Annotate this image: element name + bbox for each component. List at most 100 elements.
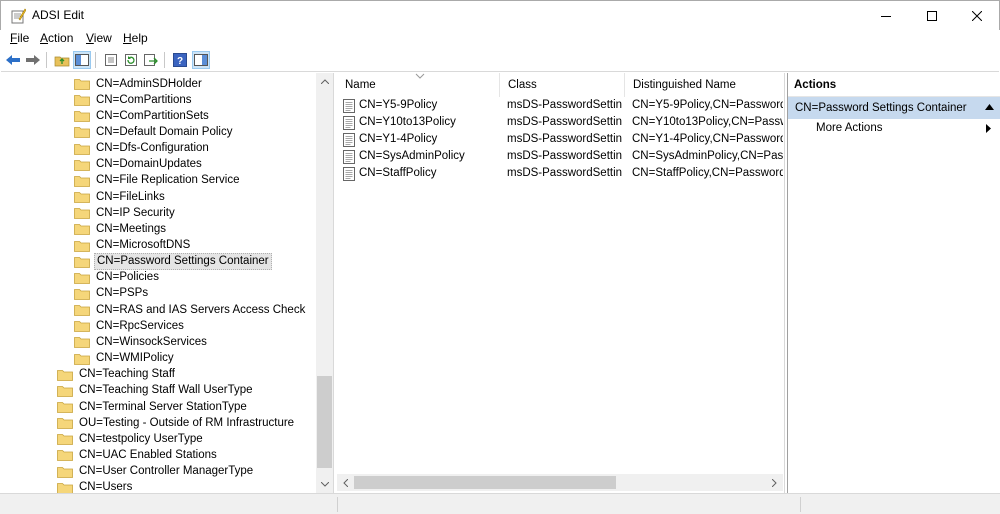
status-bar xyxy=(0,493,1000,514)
list-scroll-thumb[interactable] xyxy=(354,476,616,489)
folder-icon xyxy=(74,224,90,236)
tree-item[interactable]: CN=AdminSDHolder xyxy=(74,76,204,92)
tree-item[interactable]: CN=RAS and IAS Servers Access Check xyxy=(74,302,307,318)
tree-item[interactable]: CN=Password Settings Container xyxy=(74,253,272,271)
menu-help[interactable]: Help xyxy=(123,31,148,45)
folder-icon xyxy=(57,482,73,493)
scroll-right-button[interactable] xyxy=(766,474,783,491)
properties-icon xyxy=(105,54,117,66)
tree-item[interactable]: CN=DomainUpdates xyxy=(74,157,204,173)
more-actions-item[interactable]: More Actions xyxy=(816,122,882,134)
tree-item[interactable]: CN=ComPartitionSets xyxy=(74,108,211,124)
cell-class: msDS-PasswordSettings xyxy=(507,167,622,179)
minimize-button[interactable] xyxy=(863,1,909,30)
maximize-button[interactable] xyxy=(909,1,955,30)
show-hide-console-tree-button[interactable] xyxy=(73,51,91,69)
tree-item[interactable]: CN=UAC Enabled Stations xyxy=(57,447,219,463)
scroll-up-button[interactable] xyxy=(316,73,333,90)
list-item[interactable]: CN=Y5-9Policy msDS-PasswordSettings CN=Y5-… xyxy=(337,98,784,115)
properties-button[interactable] xyxy=(102,51,120,69)
tree-item[interactable]: CN=Users xyxy=(57,480,134,493)
tree-item[interactable]: CN=Meetings xyxy=(74,221,168,237)
tree-item[interactable]: CN=Terminal Server StationType xyxy=(57,399,249,415)
column-header-class[interactable]: Class xyxy=(500,73,625,97)
window-title: ADSI Edit xyxy=(32,8,85,22)
tree-item-label: CN=DomainUpdates xyxy=(96,158,202,171)
object-icon xyxy=(343,167,355,181)
folder-icon xyxy=(74,337,90,349)
tree-item[interactable]: CN=MicrosoftDNS xyxy=(74,238,192,254)
menu-action[interactable]: Action xyxy=(40,31,73,45)
tree-item-label: CN=RpcServices xyxy=(96,319,184,332)
tree-item[interactable]: CN=WMIPolicy xyxy=(74,351,176,367)
cell-name: CN=SysAdminPolicy xyxy=(359,150,465,162)
tree-item[interactable]: CN=File Replication Service xyxy=(74,173,242,189)
actions-pane: Actions CN=Password Settings Container M… xyxy=(787,73,1000,493)
tree-item[interactable]: CN=User Controller ManagerType xyxy=(57,464,255,480)
folder-icon xyxy=(74,240,90,252)
scroll-left-button[interactable] xyxy=(337,474,354,491)
close-icon xyxy=(972,10,982,21)
tree-item[interactable]: CN=FileLinks xyxy=(74,189,167,205)
tree-item[interactable]: CN=Teaching Staff xyxy=(57,367,177,383)
folder-icon xyxy=(74,272,90,284)
back-button[interactable] xyxy=(4,51,22,69)
tree-item[interactable]: CN=testpolicy UserType xyxy=(57,431,205,447)
folder-icon xyxy=(74,321,90,333)
tree-item-label: CN=UAC Enabled Stations xyxy=(79,448,217,461)
tree-item-label: CN=FileLinks xyxy=(96,190,165,203)
close-button[interactable] xyxy=(954,1,1000,30)
list-item[interactable]: CN=Y1-4Policy msDS-PasswordSettings CN=Y1-… xyxy=(337,132,784,149)
tree-item[interactable]: CN=Policies xyxy=(74,270,161,286)
help-button[interactable]: ? xyxy=(171,51,189,69)
tree-item-label: CN=Policies xyxy=(96,271,159,284)
maximize-icon xyxy=(927,10,937,21)
show-hide-action-pane-button[interactable] xyxy=(192,51,210,69)
tree-item-label: CN=Meetings xyxy=(96,222,166,235)
tree-item-label: CN=testpolicy UserType xyxy=(79,432,203,445)
export-list-button[interactable] xyxy=(142,51,160,69)
column-header-name[interactable]: Name xyxy=(337,73,500,97)
tree-item-label: CN=File Replication Service xyxy=(96,174,240,187)
tree-item-label: CN=AdminSDHolder xyxy=(96,77,202,90)
column-header-distinguished-name[interactable]: Distinguished Name xyxy=(625,73,784,97)
tree-vertical-scrollbar[interactable] xyxy=(316,73,333,493)
scroll-down-button[interactable] xyxy=(316,476,333,493)
svg-text:?: ? xyxy=(177,56,183,67)
list-item[interactable]: CN=StaffPolicy msDS-PasswordSettings CN=St… xyxy=(337,166,784,183)
tree-item[interactable]: CN=Dfs-Configuration xyxy=(74,141,211,157)
folder-icon xyxy=(57,369,73,381)
list-item[interactable]: CN=SysAdminPolicy msDS-PasswordSettings CN… xyxy=(337,149,784,166)
tree-item[interactable]: CN=RpcServices xyxy=(74,318,186,334)
up-one-level-button[interactable] xyxy=(53,51,71,69)
forward-button[interactable] xyxy=(24,51,42,69)
tree-item-label: CN=RAS and IAS Servers Access Check xyxy=(96,303,306,316)
tree-item[interactable]: CN=WinsockServices xyxy=(74,334,209,350)
export-list-icon xyxy=(144,54,158,66)
tree-item[interactable]: CN=Teaching Staff Wall UserType xyxy=(57,383,255,399)
tree-item[interactable]: CN=Default Domain Policy xyxy=(74,124,234,140)
list-horizontal-scrollbar[interactable] xyxy=(337,474,783,491)
actions-group-header[interactable]: CN=Password Settings Container xyxy=(788,97,1000,119)
tree-item[interactable]: CN=PSPs xyxy=(74,286,150,302)
tree-item-label: CN=Password Settings Container xyxy=(94,253,272,271)
toolbar-separator xyxy=(95,52,96,68)
refresh-button[interactable] xyxy=(122,51,140,69)
tree-item[interactable]: OU=Testing - Outside of RM Infrastructur… xyxy=(57,415,296,431)
back-arrow-icon xyxy=(6,55,20,65)
toolbar-separator xyxy=(164,52,165,68)
cell-distinguished-name: CN=Y10to13Policy,CN=Password Settings Co… xyxy=(632,116,783,128)
chevron-up-icon xyxy=(320,79,329,84)
results-list[interactable]: Name Class Distinguished Name CN=Y5-9Pol… xyxy=(337,73,785,493)
tree-item[interactable]: CN=IP Security xyxy=(74,205,177,221)
folder-icon xyxy=(57,418,73,430)
tree-item-label: CN=Teaching Staff Wall UserType xyxy=(79,384,253,397)
minimize-icon xyxy=(881,15,891,17)
menu-view[interactable]: View xyxy=(86,31,112,45)
menu-file[interactable]: File xyxy=(10,31,29,45)
list-item[interactable]: CN=Y10to13Policy msDS-PasswordSettings CN=… xyxy=(337,115,784,132)
tree-scroll-thumb[interactable] xyxy=(317,376,332,468)
tree-item[interactable]: CN=ComPartitions xyxy=(74,92,194,108)
console-tree[interactable]: CN=AdminSDHolder CN=ComPartitions CN=ComPa… xyxy=(1,73,334,493)
up-folder-icon xyxy=(54,56,70,67)
